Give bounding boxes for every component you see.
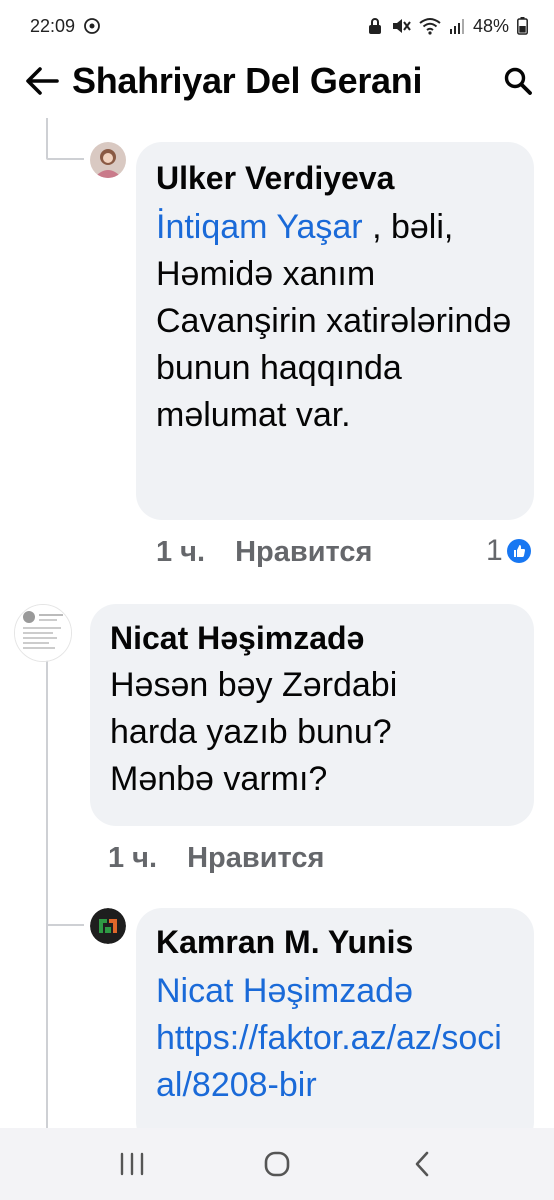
arrow-left-icon xyxy=(26,67,59,95)
reaction-number: 1 xyxy=(486,534,503,567)
recents-icon xyxy=(121,1152,144,1176)
page-title: Shahriyar Del Gerani xyxy=(72,60,423,101)
comment-bubble[interactable]: Kamran M. Yunis Nicat Həşimzadə https://… xyxy=(136,908,534,1148)
status-time: 22:09 xyxy=(30,15,76,36)
reaction-count[interactable]: 1 xyxy=(486,534,531,568)
url-link[interactable]: https://faktor.az/az/social/8208-bir xyxy=(156,1015,518,1109)
mention-link[interactable]: İntiqam Yaşar xyxy=(156,208,363,246)
system-back-button[interactable] xyxy=(382,1134,462,1194)
comment-author[interactable]: Kamran M. Yunis xyxy=(156,922,514,962)
comment-bubble[interactable]: Ulker Verdiyeva İntiqam Yaşar , bəli, Hə… xyxy=(136,142,534,520)
signal-icon xyxy=(449,17,465,35)
lock-icon xyxy=(367,17,383,35)
comment-bubble[interactable]: Nicat Həşimzadə Həsən bəy Zərdabi harda … xyxy=(90,604,534,826)
home-button[interactable] xyxy=(237,1134,317,1194)
thread-line xyxy=(46,118,48,158)
back-button[interactable] xyxy=(22,61,62,101)
search-icon xyxy=(504,67,532,95)
search-button[interactable] xyxy=(500,63,536,99)
back-icon xyxy=(415,1151,428,1177)
recents-button[interactable] xyxy=(92,1134,172,1194)
thumbs-up-icon xyxy=(506,539,531,563)
avatar[interactable] xyxy=(90,908,126,944)
thread-connector xyxy=(46,924,84,926)
wifi-icon xyxy=(419,17,441,35)
battery-percent: 48% xyxy=(472,15,509,36)
comment-time[interactable]: 1 ч. xyxy=(108,842,157,875)
comment-author[interactable]: Nicat Həşimzadə xyxy=(110,618,514,658)
comment-text: İntiqam Yaşar , bəli, Həmidə xanım Cavan… xyxy=(156,204,514,439)
avatar[interactable] xyxy=(14,604,72,662)
comment-text: Həsən bəy Zərdabi harda yazıb bunu? Mənb… xyxy=(110,666,398,798)
system-nav-bar xyxy=(0,1128,554,1200)
comment-text: Nicat Həşimzadə https://faktor.az/az/soc… xyxy=(156,968,514,1109)
comment-meta: 1 ч. Нравится xyxy=(156,536,372,569)
status-bar: 22:09 48% xyxy=(0,0,554,52)
mute-icon xyxy=(391,17,411,35)
status-left: 22:09 xyxy=(30,16,101,37)
like-button[interactable]: Нравится xyxy=(235,536,372,569)
screen-record-icon xyxy=(83,17,101,35)
like-button[interactable]: Нравится xyxy=(187,842,324,875)
thread-line xyxy=(46,648,48,1128)
comment-time[interactable]: 1 ч. xyxy=(156,536,205,569)
thread-connector xyxy=(46,158,84,160)
mention-link[interactable]: Nicat Həşimzadə xyxy=(156,968,514,1015)
battery-icon xyxy=(517,17,528,35)
comment-author[interactable]: Ulker Verdiyeva xyxy=(156,158,514,198)
home-icon xyxy=(264,1151,290,1177)
status-right: 48% xyxy=(367,16,528,37)
header: Shahriyar Del Gerani xyxy=(0,52,554,110)
comment-meta: 1 ч. Нравится xyxy=(108,842,324,875)
avatar[interactable] xyxy=(90,142,126,178)
